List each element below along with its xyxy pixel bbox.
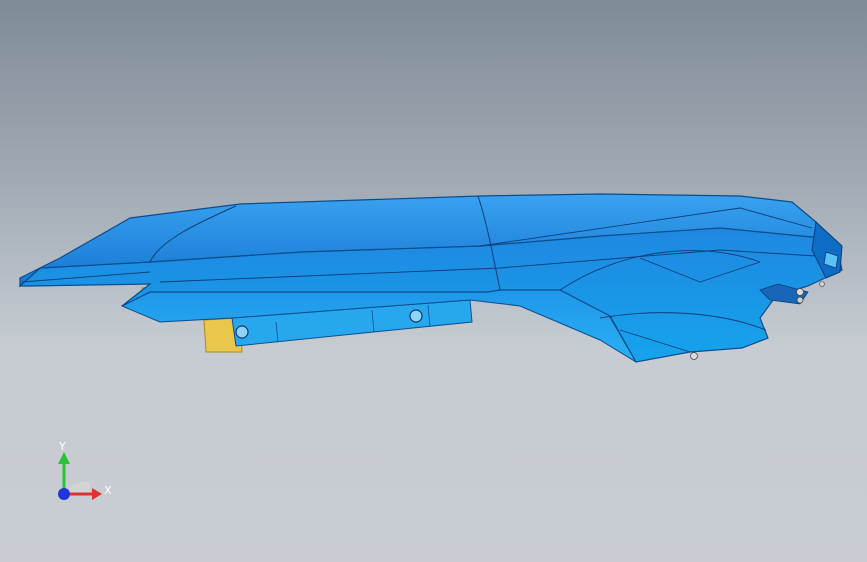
graphics-viewport[interactable]: Y X (0, 0, 867, 562)
fastener (690, 352, 698, 360)
fastener (819, 281, 825, 287)
bolt-hole (235, 325, 249, 339)
fastener (796, 288, 804, 296)
x-axis-label: X (104, 484, 112, 497)
y-axis-label: Y (58, 440, 66, 453)
fastener (796, 296, 804, 304)
coordinate-triad: Y X (44, 436, 124, 516)
bolt-hole (409, 309, 423, 323)
z-axis-dot (58, 488, 70, 500)
fender-model[interactable] (0, 0, 867, 562)
